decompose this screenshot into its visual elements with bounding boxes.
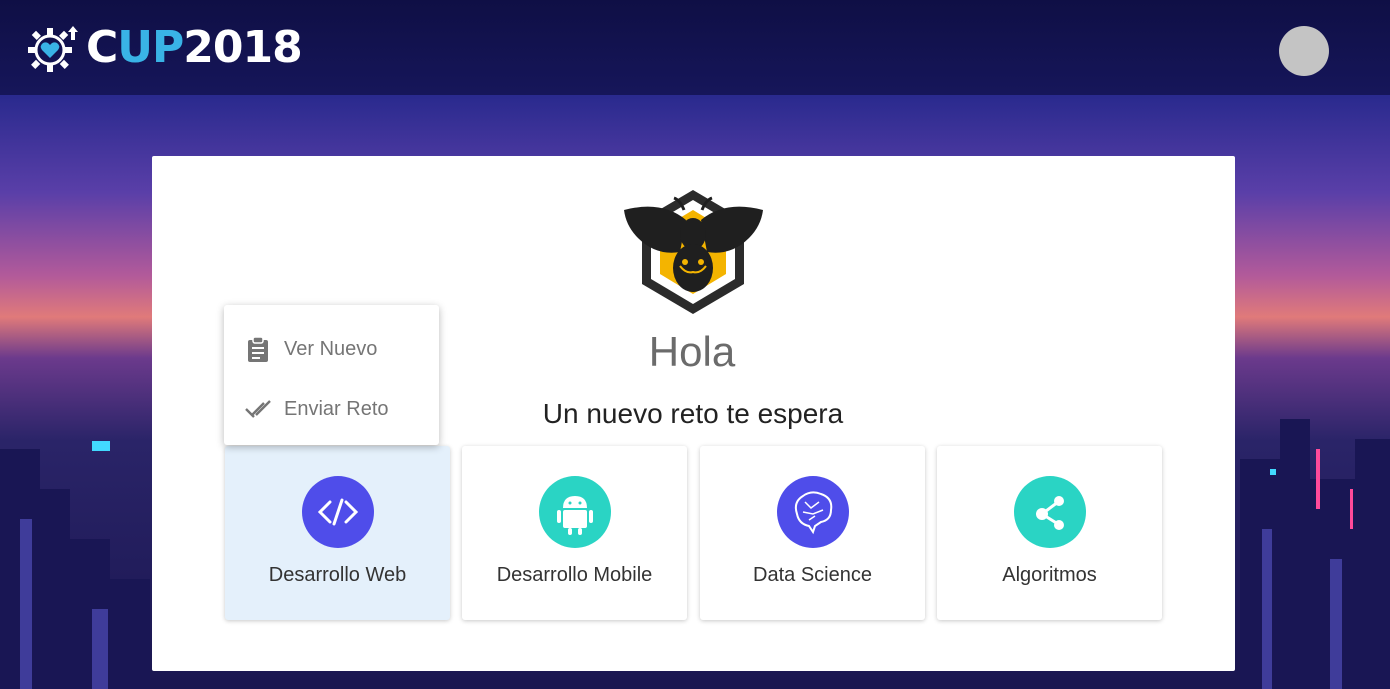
double-check-icon: [245, 400, 271, 418]
category-label: Data Science: [753, 564, 872, 586]
logo-wordmark: CUP2018: [86, 22, 303, 74]
context-menu: Ver Nuevo Enviar Reto: [224, 305, 439, 445]
share-icon: [1014, 476, 1086, 548]
greeting-heading: Hola: [648, 328, 736, 375]
logo-text-c: C: [86, 22, 118, 73]
challenge-subtitle: Un nuevo reto te espera: [542, 398, 844, 429]
category-tile-mobile[interactable]: Desarrollo Mobile: [462, 446, 687, 620]
category-tile-data-science[interactable]: Data Science: [700, 446, 925, 620]
category-label: Desarrollo Mobile: [496, 564, 653, 586]
top-header: CUP2018: [0, 0, 1390, 95]
logo-text-up: UP: [117, 22, 184, 73]
clipboard-icon: [248, 336, 268, 362]
category-label: Desarrollo Web: [268, 564, 407, 586]
category-tile-web[interactable]: Desarrollo Web: [225, 446, 450, 620]
menu-item-ver-nuevo[interactable]: Ver Nuevo: [244, 334, 377, 364]
logo-text-year: 2018: [183, 22, 302, 73]
menu-item-label: Ver Nuevo: [284, 337, 378, 360]
menu-item-label: Enviar Reto: [284, 397, 389, 420]
category-tile-algorithms[interactable]: Algoritmos: [937, 446, 1162, 620]
android-icon: [539, 476, 611, 548]
bee-mascot-icon: [624, 190, 763, 314]
user-avatar[interactable]: [1279, 26, 1329, 76]
code-icon: [302, 476, 374, 548]
brain-icon: [777, 476, 849, 548]
app-logo[interactable]: CUP2018: [26, 22, 303, 74]
category-label: Algoritmos: [1002, 564, 1097, 586]
menu-item-enviar-reto[interactable]: Enviar Reto: [244, 394, 389, 424]
gear-heart-icon: [28, 26, 78, 72]
